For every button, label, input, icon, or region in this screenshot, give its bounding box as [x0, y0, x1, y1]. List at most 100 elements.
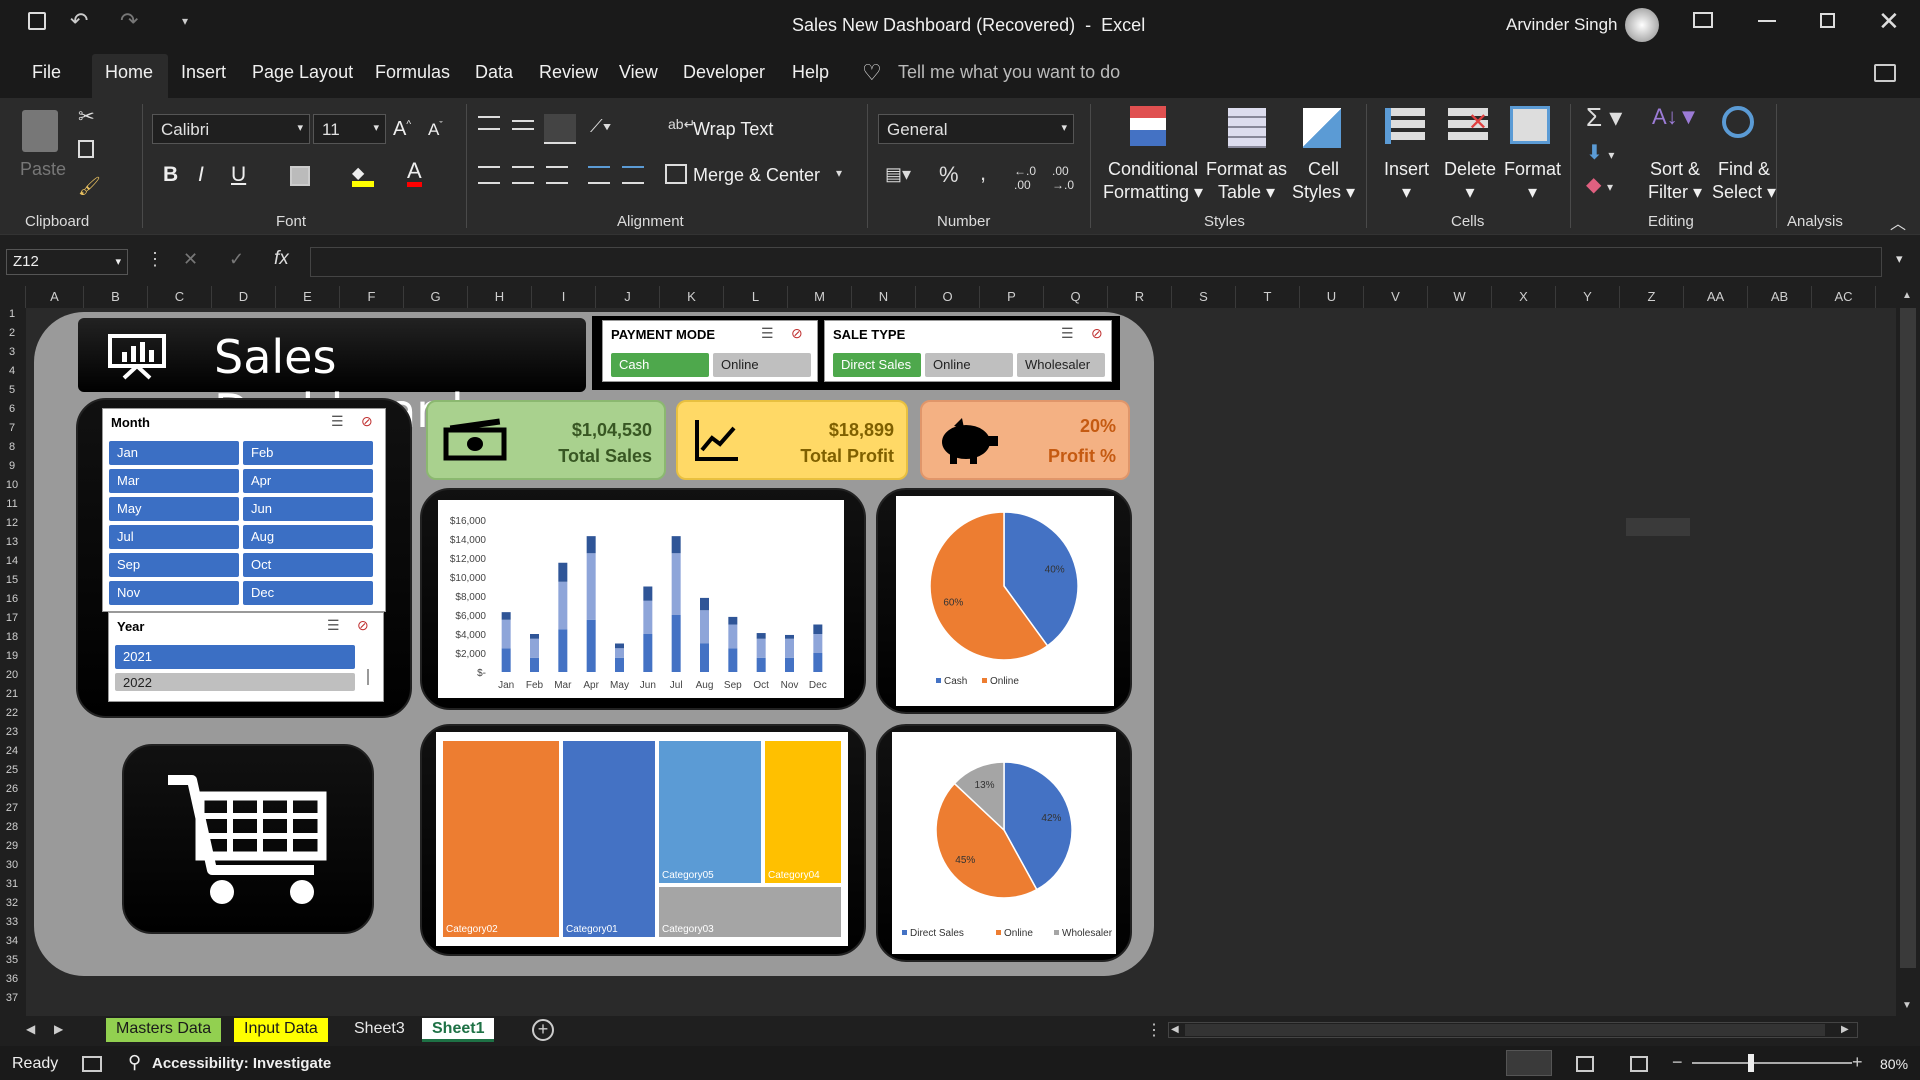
analysis-group-label[interactable]: Analysis — [1787, 213, 1843, 230]
slicer-item-nov[interactable]: Nov — [109, 581, 239, 605]
fill-color-icon[interactable]: ◆ — [352, 163, 374, 187]
italic-icon[interactable]: I — [198, 163, 204, 187]
multi-select-icon[interactable]: ☰ — [1061, 325, 1074, 342]
row-header[interactable]: 19 — [0, 650, 24, 662]
row-header[interactable]: 26 — [0, 783, 24, 795]
accessibility-status[interactable]: Accessibility: Investigate — [152, 1055, 331, 1072]
wrap-text-button[interactable]: Wrap Text — [693, 118, 773, 141]
slicer-item-may[interactable]: May — [109, 497, 239, 521]
tab-help[interactable]: Help — [792, 62, 829, 83]
row-header[interactable]: 9 — [0, 460, 24, 472]
slicer-item-mar[interactable]: Mar — [109, 469, 239, 493]
cancel-icon[interactable]: ✕ — [183, 249, 198, 270]
row-header[interactable]: 25 — [0, 764, 24, 776]
sheet-tab-sheet1[interactable]: Sheet1 — [422, 1018, 495, 1042]
align-middle-icon[interactable] — [512, 120, 534, 130]
font-size-select[interactable]: 11 ▾ — [313, 114, 386, 144]
slicer-item-jan[interactable]: Jan — [109, 441, 239, 465]
decrease-indent-icon[interactable] — [588, 166, 610, 184]
row-header[interactable]: 15 — [0, 574, 24, 586]
clear-icon[interactable]: ◆ ▾ — [1586, 172, 1613, 197]
cell-styles-button[interactable]: Cell Styles ▾ — [1292, 158, 1355, 204]
clear-filter-icon[interactable]: ⊘ — [361, 413, 373, 430]
tab-formulas[interactable]: Formulas — [375, 62, 450, 83]
autosum-icon[interactable]: Σ ▾ — [1586, 102, 1622, 133]
slicer-item-jul[interactable]: Jul — [109, 525, 239, 549]
row-header[interactable]: 13 — [0, 536, 24, 548]
multi-select-icon[interactable]: ☰ — [331, 413, 344, 430]
sheet-tab-sheet3[interactable]: Sheet3 — [344, 1018, 415, 1042]
slicer-item-2021[interactable]: 2021 — [115, 645, 355, 669]
font-name-select[interactable]: Calibri ▾ — [152, 114, 310, 144]
multi-select-icon[interactable]: ☰ — [327, 617, 340, 634]
slicer-item-cash[interactable]: Cash — [611, 353, 709, 377]
column-header[interactable]: G — [404, 286, 468, 308]
row-header[interactable]: 17 — [0, 612, 24, 624]
comma-icon[interactable]: , — [980, 160, 986, 186]
column-header[interactable]: K — [660, 286, 724, 308]
slicer-item-feb[interactable]: Feb — [243, 441, 373, 465]
row-header[interactable]: 14 — [0, 555, 24, 567]
row-header[interactable]: 6 — [0, 403, 24, 415]
column-header[interactable]: N — [852, 286, 916, 308]
column-header[interactable]: V — [1364, 286, 1428, 308]
column-header[interactable]: U — [1300, 286, 1364, 308]
insert-cells-button[interactable]: Insert ▾ — [1384, 158, 1429, 204]
column-header[interactable]: C — [148, 286, 212, 308]
row-header[interactable]: 28 — [0, 821, 24, 833]
tell-me-search[interactable]: Tell me what you want to do — [898, 62, 1120, 83]
quick-access-dropdown-icon[interactable]: ▾ — [182, 14, 188, 28]
paste-icon[interactable] — [22, 110, 58, 152]
borders-icon[interactable] — [290, 166, 310, 186]
align-top-icon[interactable] — [478, 116, 500, 130]
zoom-slider-thumb[interactable] — [1748, 1054, 1754, 1072]
row-header[interactable]: 4 — [0, 365, 24, 377]
column-header[interactable]: H — [468, 286, 532, 308]
avatar[interactable] — [1625, 8, 1659, 42]
slicer-item-2022[interactable]: 2022 — [115, 673, 355, 691]
formula-input[interactable] — [310, 247, 1882, 277]
row-header[interactable]: 1 — [0, 308, 24, 320]
column-header[interactable]: Y — [1556, 286, 1620, 308]
row-header[interactable]: 2 — [0, 327, 24, 339]
row-header[interactable]: 18 — [0, 631, 24, 643]
slicer-scrollbar[interactable] — [367, 669, 369, 685]
increase-font-icon[interactable]: A^ — [393, 118, 411, 141]
user-name[interactable]: Arvinder Singh — [1506, 15, 1618, 35]
column-header[interactable]: AB — [1748, 286, 1812, 308]
row-header[interactable]: 22 — [0, 707, 24, 719]
format-as-table-button[interactable]: Format as Table ▾ — [1206, 158, 1287, 204]
row-header[interactable]: 10 — [0, 479, 24, 491]
more-icon[interactable]: ⋮ — [146, 249, 164, 270]
paste-button[interactable]: Paste — [20, 158, 66, 181]
row-header[interactable]: 33 — [0, 916, 24, 928]
redo-icon[interactable]: ↷ — [120, 8, 138, 34]
next-sheet-icon[interactable]: ▶ — [54, 1022, 63, 1036]
multi-select-icon[interactable]: ☰ — [761, 325, 774, 342]
column-header[interactable]: E — [276, 286, 340, 308]
clear-filter-icon[interactable]: ⊘ — [791, 325, 803, 342]
scroll-down-icon[interactable]: ▼ — [1902, 1000, 1912, 1011]
row-header[interactable]: 16 — [0, 593, 24, 605]
find-select-button[interactable]: Find & Select ▾ — [1712, 158, 1776, 204]
row-header[interactable]: 37 — [0, 992, 24, 1004]
column-header[interactable]: A — [26, 286, 84, 308]
increase-decimal-icon[interactable]: ←.0.00 — [1014, 164, 1036, 192]
format-cells-button[interactable]: Format ▾ — [1504, 158, 1561, 204]
row-header[interactable]: 35 — [0, 954, 24, 966]
currency-icon[interactable]: ▤▾ — [885, 164, 911, 185]
row-header[interactable]: 24 — [0, 745, 24, 757]
scroll-right-icon[interactable]: ▶ — [1841, 1024, 1849, 1035]
row-header[interactable]: 20 — [0, 669, 24, 681]
close-icon[interactable]: ✕ — [1878, 6, 1900, 37]
row-header[interactable]: 5 — [0, 384, 24, 396]
slicer-item-online[interactable]: Online — [925, 353, 1013, 377]
decrease-font-icon[interactable]: Aˇ — [428, 120, 443, 140]
zoom-out-icon[interactable]: − — [1672, 1052, 1683, 1073]
column-header[interactable]: B — [84, 286, 148, 308]
column-header[interactable]: L — [724, 286, 788, 308]
undo-icon[interactable]: ↶ — [70, 8, 88, 34]
row-header[interactable]: 23 — [0, 726, 24, 738]
percent-icon[interactable]: % — [939, 162, 959, 188]
horizontal-scrollbar[interactable]: ◀ ▶ — [1168, 1022, 1858, 1038]
